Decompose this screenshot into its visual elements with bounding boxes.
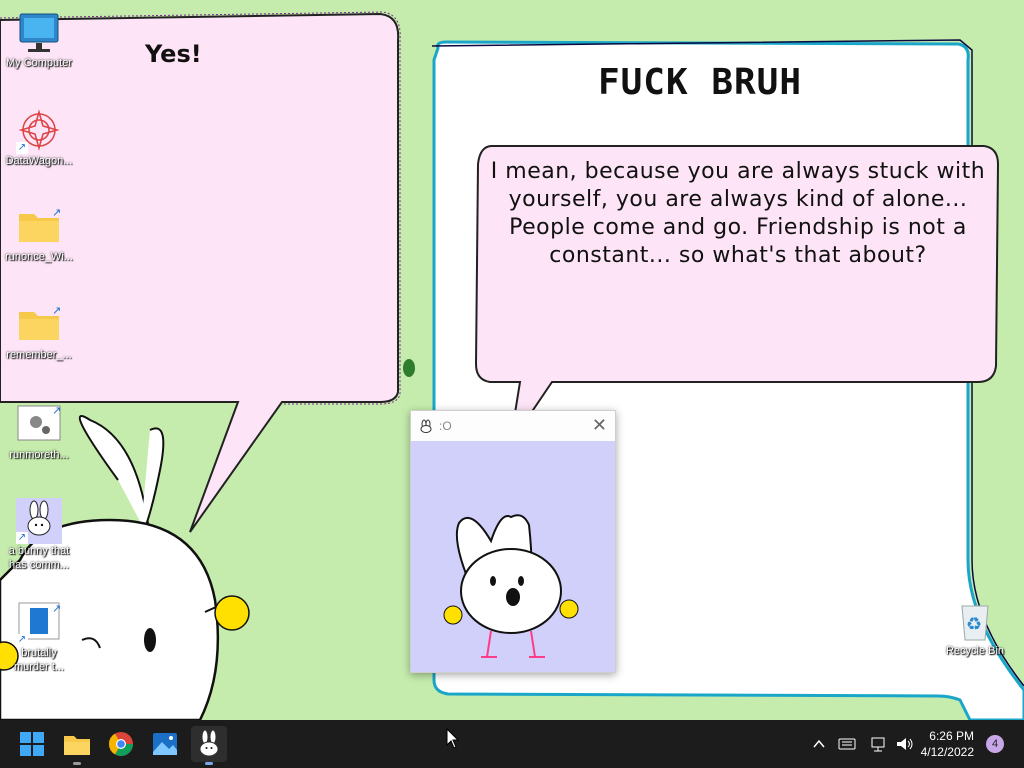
clock-time: 6:26 PM	[929, 729, 974, 743]
document-icon: ↗ ↗	[16, 602, 62, 646]
desktop: Yes! FUCK BRUH I mean, because you are a…	[0, 0, 1024, 720]
notification-badge[interactable]: 4	[986, 735, 1004, 753]
chevron-up-icon[interactable]	[812, 732, 826, 763]
desktop-icon-datawagon[interactable]: ↗ DataWagon...	[0, 108, 78, 168]
bunny-window-title: :O	[439, 419, 452, 433]
bunny-icon[interactable]	[191, 726, 227, 765]
svg-text:↗: ↗	[52, 602, 61, 615]
surprised-bunny-illustration	[443, 514, 579, 658]
svg-text:↗: ↗	[52, 206, 61, 219]
folder-icon: ↗	[16, 204, 62, 250]
desktop-icon-runmoreth[interactable]: ↗ runmoreth...	[0, 402, 78, 462]
desktop-icon-my-computer[interactable]: My Computer	[0, 10, 78, 70]
desktop-icon-remember[interactable]: ↗ remember_...	[0, 302, 78, 362]
keyboard-icon[interactable]	[838, 732, 856, 763]
bunny-icon: ↗	[16, 498, 62, 544]
bunny-window-content	[411, 441, 615, 672]
right-panel-title: FUCK BRUH	[597, 62, 803, 103]
system-clock[interactable]: 6:26 PM 4/12/2022	[921, 728, 974, 760]
network-icon[interactable]	[870, 732, 888, 763]
taskbar: 6:26 PM 4/12/2022 4	[0, 720, 1024, 768]
folder-icon: ↗	[16, 302, 62, 348]
photos-icon[interactable]	[147, 726, 183, 762]
svg-text:↗: ↗	[52, 404, 61, 417]
bunny-icon	[419, 418, 433, 433]
svg-text:↗: ↗	[52, 304, 61, 317]
windows-start-icon[interactable]	[14, 726, 50, 762]
bunny-window[interactable]: :O ✕	[410, 410, 616, 673]
close-icon[interactable]: ✕	[592, 415, 607, 436]
clock-date: 4/12/2022	[920, 745, 974, 759]
monitor-icon	[16, 10, 62, 56]
volume-icon[interactable]	[895, 732, 915, 763]
desktop-icon-brutally[interactable]: ↗ ↗ brutally murder t...	[0, 600, 78, 674]
bunny-window-titlebar[interactable]: :O ✕	[411, 411, 615, 441]
desktop-icon-runonce[interactable]: ↗ runonce_Wi...	[0, 204, 78, 264]
desktop-icon-recycle-bin[interactable]: ♻ Recycle Bin	[940, 598, 1010, 658]
desktop-icon-bunny[interactable]: ↗ a bunny that has comm...	[0, 498, 78, 572]
datawagon-icon: ↗	[16, 108, 62, 154]
settings-app-icon: ↗	[16, 402, 62, 448]
mouse-pointer-icon	[446, 728, 460, 749]
recycle-bin-icon: ♻	[952, 598, 998, 644]
file-explorer-icon[interactable]	[59, 726, 95, 765]
chrome-icon[interactable]	[103, 726, 139, 762]
svg-text:♻: ♻	[966, 614, 982, 635]
speech-bubble-text: I mean, because you are always stuck wit…	[490, 159, 986, 268]
left-bubble-text: Yes!	[145, 40, 202, 68]
